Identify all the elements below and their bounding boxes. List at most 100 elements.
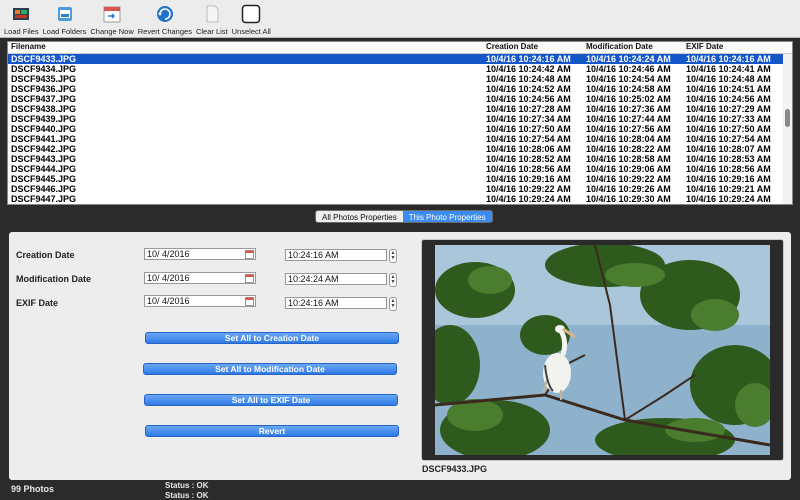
creation-time-stepper[interactable]: ▲ ▼	[389, 249, 397, 263]
cell-exif-date: 10/4/16 10:27:54 AM	[686, 134, 771, 144]
stepper-down-icon[interactable]: ▼	[391, 256, 396, 261]
cell-exif-date: 10/4/16 10:29:21 AM	[686, 184, 771, 194]
set-all-creation-button[interactable]: Set All to Creation Date	[145, 332, 399, 344]
creation-time-field[interactable]: 10:24:16 AM	[285, 249, 387, 261]
file-table[interactable]: Filename Creation Date Modification Date…	[7, 41, 793, 205]
unselect-all-label: Unselect All	[231, 27, 271, 36]
table-row[interactable]: DSCF9441.JPG 10/4/16 10:27:54 AM 10/4/16 1…	[8, 134, 792, 144]
photo-filename: DSCF9433.JPG	[422, 464, 488, 474]
stork-photo	[435, 245, 770, 455]
table-row[interactable]: DSCF9442.JPG 10/4/16 10:28:06 AM 10/4/16 1…	[8, 144, 792, 154]
stepper-down-icon[interactable]: ▼	[391, 280, 396, 285]
calendar-icon[interactable]	[245, 250, 254, 262]
revert-changes-icon	[154, 3, 176, 25]
cell-exif-date: 10/4/16 10:28:56 AM	[686, 164, 771, 174]
change-now-icon	[101, 3, 123, 25]
table-row[interactable]: DSCF9446.JPG 10/4/16 10:29:22 AM 10/4/16 1…	[8, 184, 792, 194]
cell-creation-date: 10/4/16 10:27:28 AM	[486, 104, 571, 114]
table-row[interactable]: DSCF9437.JPG 10/4/16 10:24:56 AM 10/4/16 1…	[8, 94, 792, 104]
unselect-all-icon	[240, 3, 262, 25]
cell-modification-date: 10/4/16 10:29:06 AM	[586, 164, 671, 174]
table-row[interactable]: DSCF9438.JPG 10/4/16 10:27:28 AM 10/4/16 1…	[8, 104, 792, 114]
table-row[interactable]: DSCF9444.JPG 10/4/16 10:28:56 AM 10/4/16 1…	[8, 164, 792, 174]
cell-filename: DSCF9447.JPG	[11, 194, 77, 204]
exif-time-stepper[interactable]: ▲ ▼	[389, 297, 397, 311]
cell-exif-date: 10/4/16 10:24:48 AM	[686, 74, 771, 84]
tab-all-photos-properties[interactable]: All Photos Properties	[316, 211, 403, 222]
table-scrollbar[interactable]	[783, 54, 792, 204]
cell-filename: DSCF9435.JPG	[11, 74, 77, 84]
exif-date-field[interactable]: 10/ 4/2016	[144, 295, 256, 307]
modification-date-value: 10/ 4/2016	[147, 273, 190, 283]
cell-modification-date: 10/4/16 10:29:22 AM	[586, 174, 671, 184]
header-exif-date[interactable]: EXIF Date	[684, 42, 780, 53]
exif-date-label: EXIF Date	[16, 298, 59, 308]
cell-filename: DSCF9433.JPG	[11, 54, 77, 64]
set-all-modification-button[interactable]: Set All to Modification Date	[143, 363, 397, 375]
table-row[interactable]: DSCF9435.JPG 10/4/16 10:24:48 AM 10/4/16 1…	[8, 74, 792, 84]
cell-filename: DSCF9434.JPG	[11, 64, 77, 74]
change-now-button[interactable]: Change Now	[90, 0, 134, 36]
cell-filename: DSCF9443.JPG	[11, 154, 77, 164]
cell-modification-date: 10/4/16 10:27:36 AM	[586, 104, 671, 114]
cell-creation-date: 10/4/16 10:28:06 AM	[486, 144, 571, 154]
clear-list-icon	[201, 3, 223, 25]
cell-filename: DSCF9444.JPG	[11, 164, 77, 174]
cell-exif-date: 10/4/16 10:24:16 AM	[686, 54, 771, 64]
header-creation-date[interactable]: Creation Date	[484, 42, 584, 53]
load-folders-icon	[54, 3, 76, 25]
cell-creation-date: 10/4/16 10:27:54 AM	[486, 134, 571, 144]
cell-modification-date: 10/4/16 10:24:54 AM	[586, 74, 671, 84]
cell-creation-date: 10/4/16 10:28:56 AM	[486, 164, 571, 174]
cell-creation-date: 10/4/16 10:24:52 AM	[486, 84, 571, 94]
table-row[interactable]: DSCF9434.JPG 10/4/16 10:24:42 AM 10/4/16 1…	[8, 64, 792, 74]
creation-date-field[interactable]: 10/ 4/2016	[144, 248, 256, 260]
unselect-all-button[interactable]: Unselect All	[232, 0, 271, 36]
table-row[interactable]: DSCF9436.JPG 10/4/16 10:24:52 AM 10/4/16 1…	[8, 84, 792, 94]
scroll-thumb[interactable]	[785, 109, 790, 127]
cell-filename: DSCF9446.JPG	[11, 184, 77, 194]
revert-button[interactable]: Revert	[145, 425, 399, 437]
clear-list-label: Clear List	[195, 27, 228, 36]
table-row[interactable]: DSCF9447.JPG 10/4/16 10:29:24 AM 10/4/16 1…	[8, 194, 792, 204]
change-now-label: Change Now	[90, 27, 134, 36]
cell-modification-date: 10/4/16 10:24:58 AM	[586, 84, 671, 94]
stepper-down-icon[interactable]: ▼	[391, 304, 396, 309]
cell-creation-date: 10/4/16 10:24:48 AM	[486, 74, 571, 84]
cell-exif-date: 10/4/16 10:27:50 AM	[686, 124, 771, 134]
cell-creation-date: 10/4/16 10:29:24 AM	[486, 194, 571, 204]
table-row[interactable]: DSCF9443.JPG 10/4/16 10:28:52 AM 10/4/16 1…	[8, 154, 792, 164]
header-modification-date[interactable]: Modification Date	[584, 42, 684, 53]
table-row[interactable]: DSCF9439.JPG 10/4/16 10:27:34 AM 10/4/16 1…	[8, 114, 792, 124]
modification-date-field[interactable]: 10/ 4/2016	[144, 272, 256, 284]
modification-time-stepper[interactable]: ▲ ▼	[389, 273, 397, 287]
clear-list-button[interactable]: Clear List	[196, 0, 228, 36]
cell-exif-date: 10/4/16 10:29:16 AM	[686, 174, 771, 184]
exif-time-value: 10:24:16 AM	[288, 298, 339, 308]
properties-panel: Creation Date 10/ 4/2016 10:24:16 AM ▲ ▼ …	[9, 232, 791, 480]
cell-creation-date: 10/4/16 10:27:50 AM	[486, 124, 571, 134]
tab-this-photo-properties[interactable]: This Photo Properties	[402, 211, 492, 222]
header-filename[interactable]: Filename	[8, 42, 484, 53]
modification-time-field[interactable]: 10:24:24 AM	[285, 273, 387, 285]
cell-exif-date: 10/4/16 10:28:53 AM	[686, 154, 771, 164]
cell-filename: DSCF9441.JPG	[11, 134, 77, 144]
calendar-icon[interactable]	[245, 274, 254, 286]
table-row[interactable]: DSCF9433.JPG 10/4/16 10:24:16 AM 10/4/16 1…	[8, 54, 792, 64]
revert-changes-button[interactable]: Revert Changes	[138, 0, 192, 36]
table-header: Filename Creation Date Modification Date…	[8, 42, 792, 54]
set-all-exif-button[interactable]: Set All to EXIF Date	[144, 394, 398, 406]
cell-creation-date: 10/4/16 10:24:56 AM	[486, 94, 571, 104]
load-files-button[interactable]: Load Files	[4, 0, 39, 36]
modification-time-value: 10:24:24 AM	[288, 274, 339, 284]
table-row[interactable]: DSCF9445.JPG 10/4/16 10:29:16 AM 10/4/16 1…	[8, 174, 792, 184]
load-folders-button[interactable]: Load Folders	[43, 0, 86, 36]
exif-time-field[interactable]: 10:24:16 AM	[285, 297, 387, 309]
toolbar: Load Files Load Folders Change Now Rever…	[0, 0, 800, 38]
revert-changes-label: Revert Changes	[137, 27, 192, 36]
cell-filename: DSCF9438.JPG	[11, 104, 77, 114]
calendar-icon[interactable]	[245, 297, 254, 309]
cell-filename: DSCF9440.JPG	[11, 124, 77, 134]
cell-modification-date: 10/4/16 10:29:26 AM	[586, 184, 671, 194]
table-row[interactable]: DSCF9440.JPG 10/4/16 10:27:50 AM 10/4/16 1…	[8, 124, 792, 134]
